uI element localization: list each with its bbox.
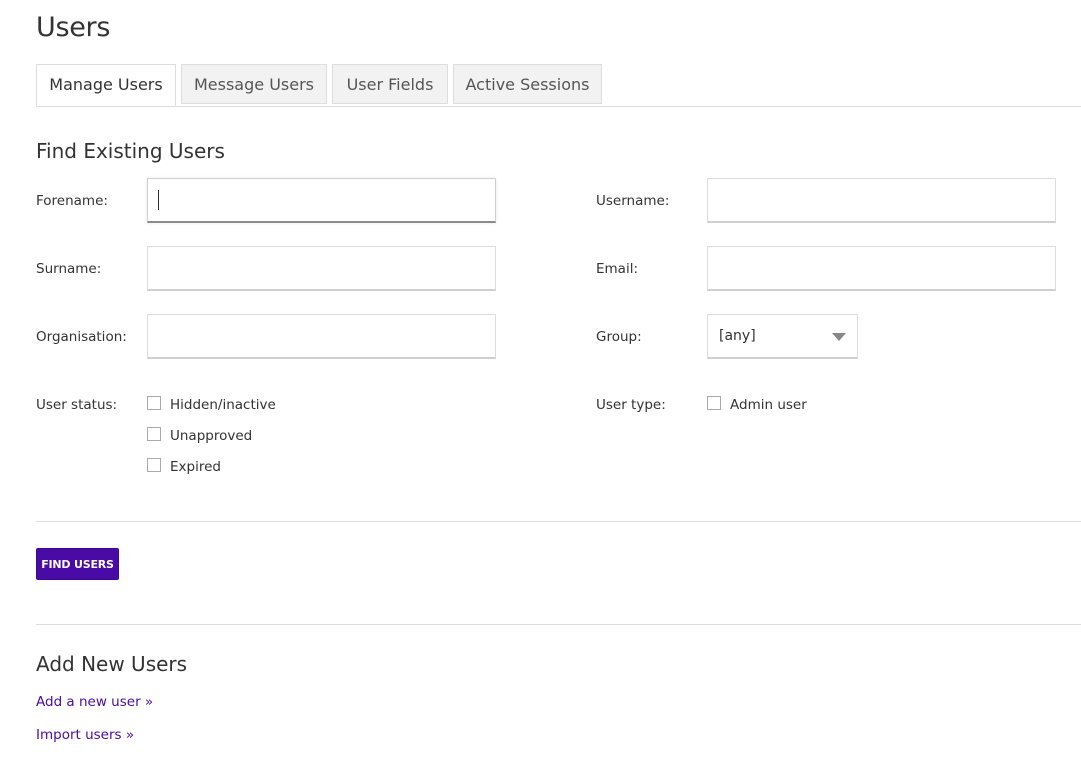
surname-input[interactable] [147,246,496,291]
forename-label: Forename: [36,193,108,209]
forename-input[interactable] [147,178,496,223]
tab-bar: Manage Users Message Users User Fields A… [36,64,1081,107]
hidden-inactive-label: Hidden/inactive [170,397,276,413]
hidden-inactive-checkbox[interactable] [147,396,161,410]
unapproved-checkbox[interactable] [147,427,161,441]
find-users-button[interactable]: FIND USERS [36,548,119,580]
group-label: Group: [596,329,642,345]
user-type-label: User type: [596,397,666,413]
organisation-label: Organisation: [36,329,127,345]
add-new-user-link[interactable]: Add a new user » [36,694,153,710]
tab-message-users[interactable]: Message Users [181,64,327,104]
add-users-heading: Add New Users [36,652,188,676]
unapproved-label: Unapproved [170,428,253,444]
group-selected-value: [any] [719,328,756,344]
email-label: Email: [596,261,639,277]
group-select[interactable]: [any] [707,314,858,359]
expired-checkbox[interactable] [147,458,161,472]
tab-active-sessions[interactable]: Active Sessions [453,64,602,104]
divider [36,624,1081,625]
expired-label: Expired [170,459,221,475]
username-input[interactable] [707,178,1056,223]
tab-manage-users[interactable]: Manage Users [36,64,176,106]
page-title: Users [36,12,111,43]
divider [36,521,1081,522]
organisation-input[interactable] [147,314,496,359]
surname-label: Surname: [36,261,102,277]
text-cursor [158,190,159,210]
user-status-label: User status: [36,397,118,413]
username-label: Username: [596,193,670,209]
tab-user-fields[interactable]: User Fields [332,64,448,104]
find-users-heading: Find Existing Users [36,139,225,163]
admin-user-checkbox[interactable] [707,396,721,410]
import-users-link[interactable]: Import users » [36,727,134,743]
admin-user-label: Admin user [730,397,807,413]
email-input[interactable] [707,246,1056,291]
chevron-down-icon [832,333,846,341]
